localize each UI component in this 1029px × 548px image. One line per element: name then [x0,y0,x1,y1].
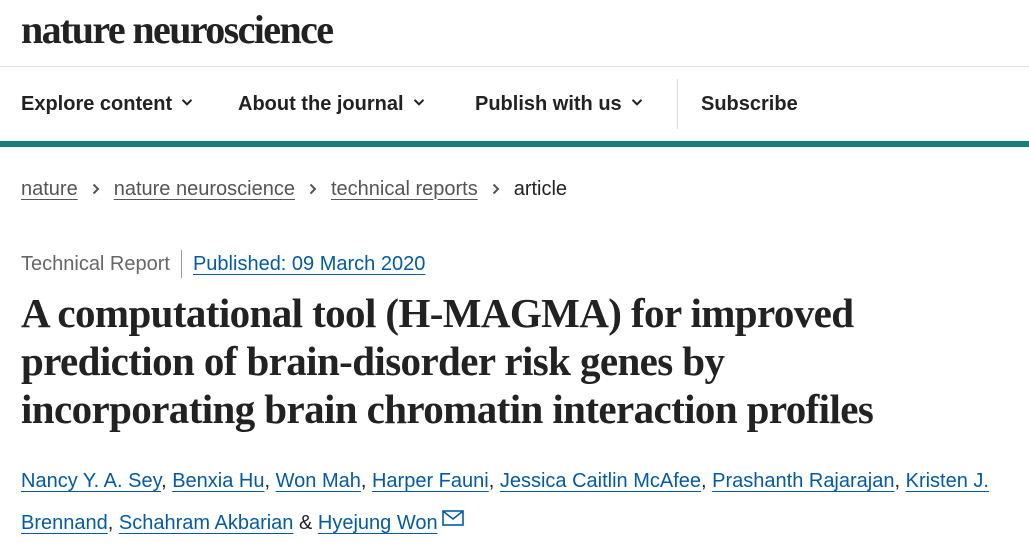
author-link[interactable]: Harper Fauni [372,470,489,492]
title-line: incorporating brain chromatin interactio… [21,386,874,432]
journal-logo[interactable]: nature neuroscience [21,8,334,52]
accent-bar [0,141,1029,147]
masthead: nature neuroscience [0,0,1029,67]
nav-publish-with-us[interactable]: Publish with us [475,67,643,141]
author-separator: , [701,470,707,492]
author-link[interactable]: Nancy Y. A. Sey [21,470,161,492]
subscribe-link[interactable]: Subscribe [701,67,798,141]
breadcrumb: nature nature neuroscience technical rep… [21,175,567,203]
title-line: prediction of brain-disorder risk genes … [21,338,725,384]
author-separator: , [360,470,367,492]
breadcrumb-technical-reports[interactable]: technical reports [331,178,478,201]
chevron-down-icon [631,96,643,108]
chevron-right-icon [490,182,502,196]
main-nav: Explore content About the journal Publis… [0,67,1029,141]
author-link[interactable]: Won Mah [276,470,361,492]
chevron-down-icon [413,96,425,108]
nav-item-label: Explore content [21,92,173,115]
author-link[interactable]: Prashanth Rajarajan [712,470,894,492]
author-link[interactable]: Schahram Akbarian [119,512,294,534]
author-link[interactable]: Jessica Caitlin McAfee [500,470,701,492]
author-separator: , [264,470,271,492]
author-list: Nancy Y. A. Sey, Benxia Hu, Won Mah, Har… [21,460,1021,544]
article-meta: Technical Report Published: 09 March 202… [21,250,425,278]
chevron-down-icon [181,96,193,108]
breadcrumb-nature-neuroscience[interactable]: nature neuroscience [114,178,295,201]
author-separator: , [161,470,167,492]
chevron-right-icon [307,182,319,196]
published-date-link[interactable]: Published: 09 March 2020 [193,253,425,276]
author-separator: , [894,470,901,492]
author-link[interactable]: Benxia Hu [172,470,264,492]
author-separator: , [488,470,495,492]
breadcrumb-nature[interactable]: nature [21,178,78,201]
article-type: Technical Report [21,252,170,275]
author-link-corresponding[interactable]: Hyejung Won [318,512,438,534]
title-line: A computational tool (H-MAGMA) for impro… [21,290,854,336]
article-title: A computational tool (H-MAGMA) for impro… [21,289,1011,433]
nav-item-label: Publish with us [475,92,622,115]
nav-divider [677,79,678,129]
nav-about-the-journal[interactable]: About the journal [238,67,425,141]
nav-explore-content[interactable]: Explore content [21,67,193,141]
author-separator: , [107,512,114,534]
mail-icon[interactable] [441,510,464,526]
breadcrumb-current: article [513,177,568,200]
nav-item-label: About the journal [238,92,404,115]
author-conjunction: & [298,512,313,534]
meta-divider [180,250,182,278]
chevron-right-icon [90,182,102,196]
